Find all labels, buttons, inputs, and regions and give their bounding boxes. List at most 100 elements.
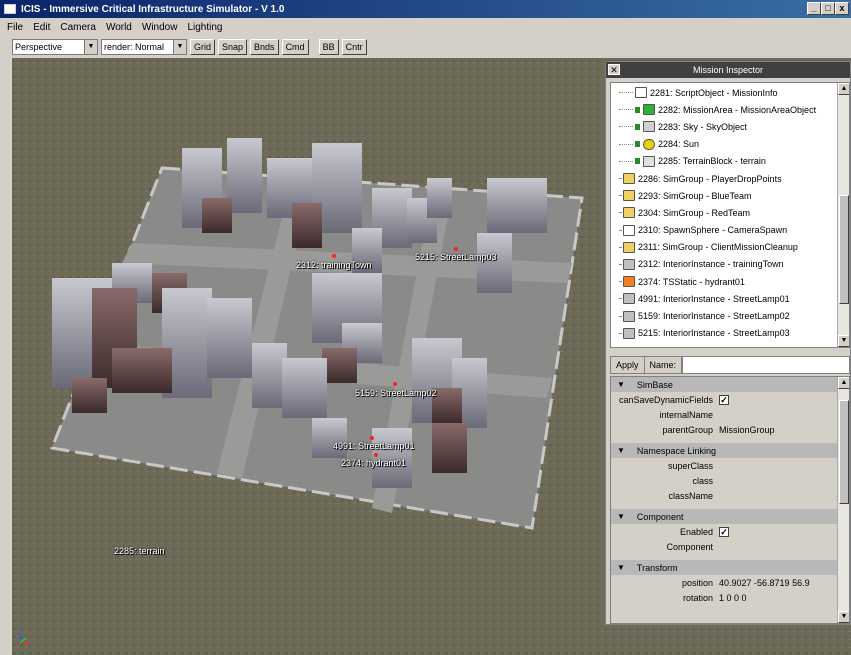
label-streetlamp03[interactable]: 5215: StreetLamp03 [415, 252, 497, 262]
tree-item[interactable]: 2285: TerrainBlock - terrain [619, 153, 849, 170]
props-scroll-thumb[interactable] [839, 400, 849, 505]
tree-item[interactable]: 2304: SimGroup - RedTeam [619, 204, 849, 221]
mission-inspector-panel: ✕ Mission Inspector 2281: ScriptObject -… [605, 61, 851, 625]
lock-icon[interactable] [635, 106, 640, 113]
property-value[interactable]: 40.9027 -56.8719 56.9 [719, 578, 810, 588]
object-marker[interactable] [370, 436, 374, 440]
lock-icon[interactable] [635, 158, 640, 165]
tree-item[interactable]: 2282: MissionArea - MissionAreaObject [619, 101, 849, 118]
tree-item-label: 5159: InteriorInstance - StreetLamp02 [638, 311, 790, 322]
menu-world[interactable]: World [101, 22, 137, 33]
menu-edit[interactable]: Edit [28, 22, 55, 33]
tree-item[interactable]: 2283: Sky - SkyObject [619, 118, 849, 135]
tree-scrollbar[interactable]: ▲ ▼ [837, 83, 849, 347]
grid-button[interactable]: Grid [190, 39, 216, 55]
collapse-triangle-icon[interactable]: ▼ [617, 446, 625, 455]
interior-icon [623, 293, 635, 305]
bb-button[interactable]: BB [318, 39, 339, 55]
collapse-triangle-icon[interactable]: ▼ [617, 380, 625, 389]
tree-item[interactable]: 2312: InteriorInstance - trainingTown [619, 256, 849, 273]
property-value[interactable]: MissionGroup [719, 425, 775, 435]
tree-item-label: 2284: Sun [658, 139, 700, 150]
scroll-up-icon[interactable]: ▲ [838, 83, 849, 95]
apply-button[interactable]: Apply [610, 356, 645, 374]
render-mode-select[interactable]: render: Normal ▼ [101, 39, 187, 55]
name-input[interactable] [682, 356, 850, 374]
folder-icon [623, 207, 635, 219]
cmd-button[interactable]: Cmd [281, 39, 309, 55]
props-scrollbar[interactable]: ▲ ▼ [837, 377, 849, 623]
tree-item-label: 2286: SimGroup - PlayerDropPoints [638, 173, 782, 184]
camera-mode-select[interactable]: Perspective ▼ [12, 39, 98, 55]
label-streetlamp02[interactable]: 5159: StreetLamp02 [355, 388, 437, 398]
tree-item-label: 5215: InteriorInstance - StreetLamp03 [638, 328, 790, 339]
label-training-town[interactable]: 2312: trainingTown [296, 260, 372, 270]
property-group-header[interactable]: ▼ SimBase [611, 377, 837, 392]
property-checkbox[interactable]: ✓ [719, 394, 729, 405]
object-marker[interactable] [332, 254, 336, 258]
lock-icon[interactable] [635, 141, 640, 148]
label-hydrant[interactable]: 2374: hydrant01 [341, 458, 406, 468]
menu-lighting[interactable]: Lighting [182, 22, 227, 33]
tree-item[interactable]: 2281: ScriptObject - MissionInfo [619, 84, 849, 101]
tree-item[interactable]: 2374: TSStatic - hydrant01 [619, 273, 849, 290]
minimize-button[interactable]: _ [807, 2, 821, 15]
object-marker[interactable] [454, 247, 458, 251]
tree-item-label: 2311: SimGroup - ClientMissionCleanup [638, 242, 798, 253]
collapse-triangle-icon[interactable]: ▼ [617, 563, 625, 572]
tree-scroll-thumb[interactable] [839, 194, 849, 304]
lock-icon[interactable] [635, 123, 640, 130]
property-group-header[interactable]: ▼ Component [611, 509, 837, 524]
label-streetlamp01[interactable]: 4991: StreetLamp01 [333, 441, 415, 451]
tree-item[interactable]: 2310: SpawnSphere - CameraSpawn [619, 222, 849, 239]
property-group-title: SimBase [636, 379, 673, 390]
static-icon [623, 276, 635, 288]
property-grid[interactable]: ▼ SimBase canSaveDynamicFields ✓ internalNam… [610, 376, 850, 624]
close-icon[interactable]: ✕ [608, 64, 620, 75]
collapse-triangle-icon[interactable]: ▼ [617, 512, 625, 521]
property-label: class [692, 475, 713, 486]
property-row: Enabled ✓ [611, 524, 837, 539]
tree-item[interactable]: 2284: Sun [619, 136, 849, 153]
spawn-icon [623, 224, 635, 236]
label-terrain[interactable]: 2285: terrain [114, 546, 165, 556]
object-tree[interactable]: 2281: ScriptObject - MissionInfo 2282: Mi… [610, 82, 850, 348]
tree-item[interactable]: 2293: SimGroup - BlueTeam [619, 187, 849, 204]
menu-file[interactable]: File [2, 22, 28, 33]
tree-item[interactable]: 5159: InteriorInstance - StreetLamp02 [619, 307, 849, 324]
property-checkbox[interactable]: ✓ [719, 526, 729, 537]
scroll-up-icon[interactable]: ▲ [838, 377, 849, 389]
snap-button[interactable]: Snap [218, 39, 248, 55]
property-row: superClass [611, 458, 837, 473]
folder-icon [623, 190, 635, 202]
tree-connector [619, 143, 633, 145]
property-row: Component [611, 539, 837, 554]
bounds-button[interactable]: Bnds [250, 39, 279, 55]
object-marker[interactable] [374, 453, 378, 457]
close-button[interactable]: x [835, 2, 849, 15]
maximize-button[interactable]: □ [821, 2, 835, 15]
center-button[interactable]: Cntr [341, 39, 367, 55]
menu-window[interactable]: Window [137, 22, 183, 33]
property-label: superClass [667, 460, 713, 471]
tree-connector [619, 315, 621, 317]
tree-item[interactable]: 4991: InteriorInstance - StreetLamp01 [619, 290, 849, 307]
window-title: ICIS - Immersive Critical Infrastructure… [21, 3, 285, 15]
tree-item[interactable]: 2311: SimGroup - ClientMissionCleanup [619, 239, 849, 256]
property-checkbox-wrap[interactable]: ✓ [719, 394, 729, 405]
property-group-header[interactable]: ▼ Namespace Linking [611, 443, 837, 458]
scroll-down-icon[interactable]: ▼ [838, 335, 849, 347]
object-marker[interactable] [393, 382, 397, 386]
property-checkbox-wrap[interactable]: ✓ [719, 526, 729, 537]
inspector-title: Mission Inspector [692, 65, 764, 75]
property-value[interactable]: 1 0 0 0 [719, 593, 747, 603]
interior-icon [623, 258, 635, 270]
tree-connector [619, 212, 621, 214]
menu-camera[interactable]: Camera [55, 22, 101, 33]
tree-item[interactable]: 5215: InteriorInstance - StreetLamp03 [619, 325, 849, 342]
scroll-down-icon[interactable]: ▼ [838, 611, 849, 623]
tree-connector [619, 92, 633, 94]
property-group-header[interactable]: ▼ Transform [611, 560, 837, 575]
terrain-icon [643, 155, 655, 167]
tree-item[interactable]: 2286: SimGroup - PlayerDropPoints [619, 170, 849, 187]
